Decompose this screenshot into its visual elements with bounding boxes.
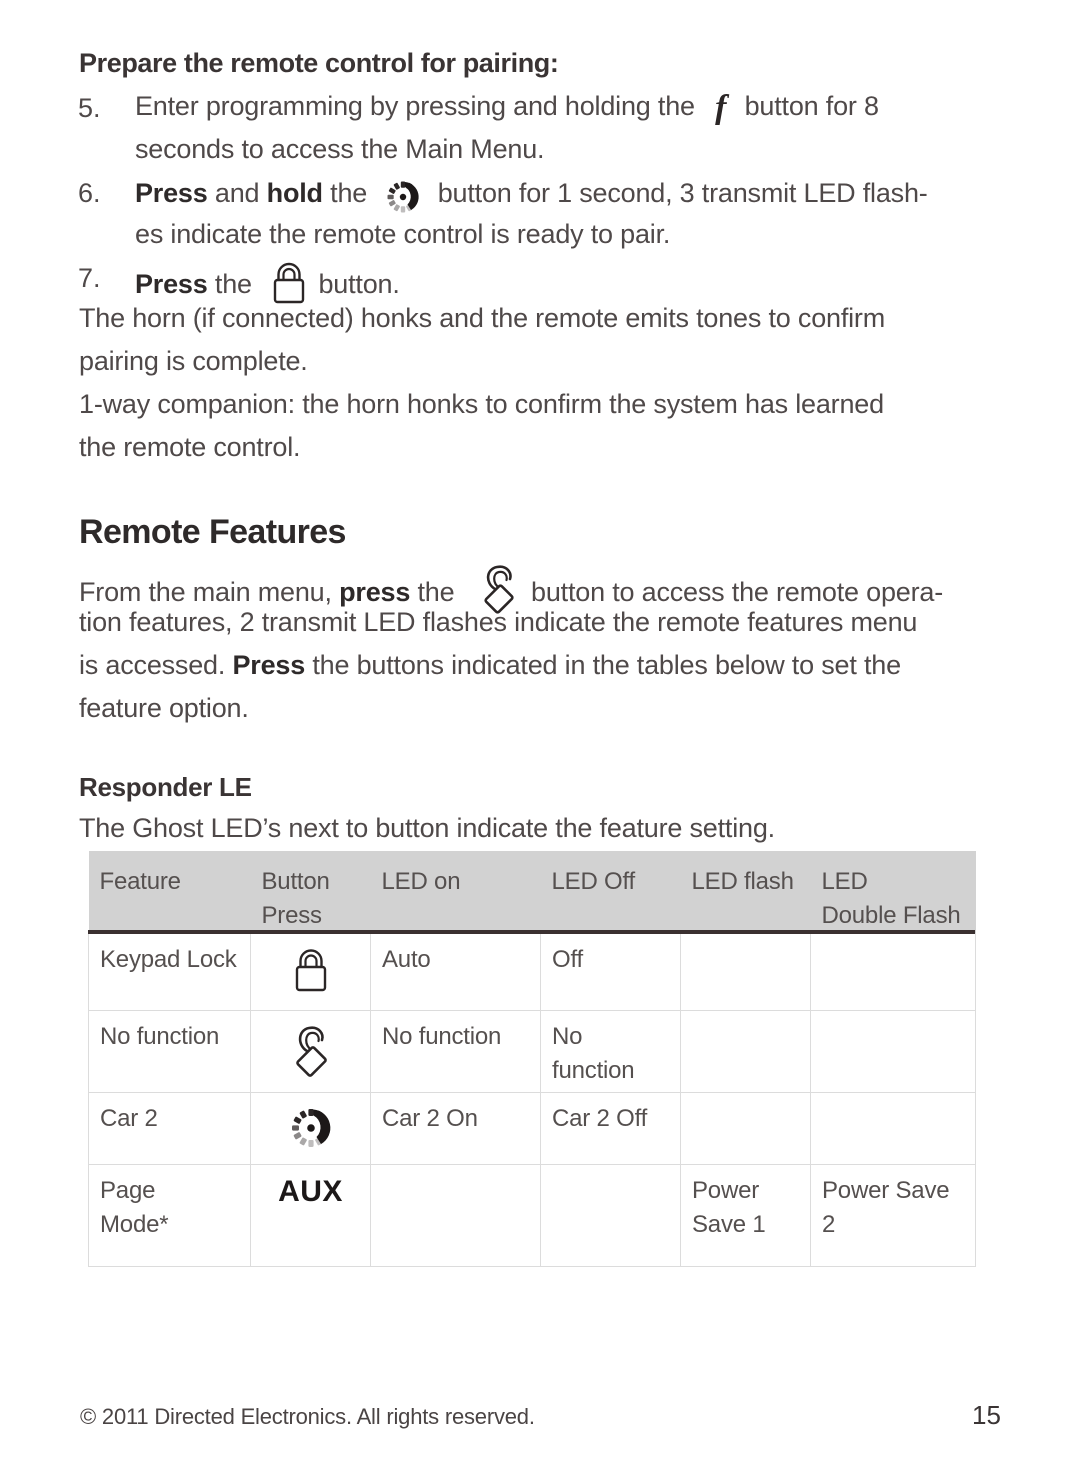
table-row: Car 2 Car 2 On Car 2 Off	[88, 1092, 976, 1165]
rf-text-d: button to access the remote opera-	[531, 577, 943, 608]
table-row: No function No function No function	[88, 1010, 976, 1093]
column-header-feature: Feature	[88, 851, 251, 934]
column-header-button-line2: Press	[261, 902, 323, 929]
cell-led-on: Auto	[370, 933, 541, 1011]
column-header-led-on-line1: LED on	[381, 868, 461, 895]
step-5-text-a: Enter programming by pressing and holdin…	[135, 91, 695, 121]
column-header-led-flash: LED flash	[680, 851, 811, 934]
column-header-led-off-line1: LED Off	[551, 868, 636, 895]
lock-icon	[267, 259, 311, 305]
step-7-text-button: button.	[318, 269, 400, 300]
cell-feature: Page Mode*	[88, 1164, 251, 1267]
remote-start-icon	[380, 180, 426, 214]
lock-icon	[289, 944, 333, 996]
column-header-button-press: Button Press	[250, 851, 371, 934]
step-6-number: 6.	[78, 178, 101, 208]
column-header-led-off: LED Off	[540, 851, 681, 934]
cell-led-on: No function	[370, 1010, 541, 1093]
column-header-led-flash-line1: LED flash	[691, 868, 794, 895]
step-7-number: 7.	[78, 263, 101, 293]
cell-led-flash: Power Save 1	[680, 1164, 811, 1267]
cell-button-press	[250, 1010, 371, 1093]
step-6-text-hold: hold	[266, 178, 323, 209]
cell-feature: No function	[88, 1010, 251, 1093]
table-row: Page Mode* AUX Power Save 1 Power Save 2	[88, 1164, 976, 1267]
responder-le-intro: The Ghost LED’s next to button indicate …	[79, 813, 775, 843]
cell-led-off: No function	[540, 1010, 681, 1093]
cell-led-off	[540, 1164, 681, 1267]
column-header-led-double-line2: Double Flash	[821, 902, 961, 929]
step-5-text-b: button for 8	[744, 91, 879, 121]
cell-button-press	[250, 933, 371, 1011]
table-header-rule	[88, 930, 975, 934]
cell-button-press: AUX	[250, 1164, 371, 1267]
cell-led-on	[370, 1164, 541, 1267]
remote-features-line-2: tion features, 2 transmit LED flashes in…	[79, 607, 918, 637]
cell-led-double-flash: Power Save 2	[810, 1164, 976, 1267]
column-header-led-double-flash: LED Double Flash	[810, 851, 976, 934]
pairing-paragraph-line-3: 1-way companion: the horn honks to confi…	[79, 389, 884, 419]
pairing-paragraph-line-4: the remote control.	[79, 432, 301, 462]
cell-led-double-flash	[810, 933, 976, 1011]
step-7-text-the: the	[214, 269, 252, 300]
aux-button-label: AUX	[278, 1175, 343, 1208]
step-6-line-1: Press and hold the button for 1 second, …	[135, 178, 928, 214]
rf-text-c: the buttons indicated in the tables belo…	[312, 650, 901, 680]
f-button-icon: f	[715, 89, 727, 127]
unlock-icon	[287, 1021, 335, 1081]
step-6-text-and: and	[214, 178, 260, 209]
cell-feature-line2: Mode*	[100, 1211, 169, 1238]
table-header-row: Feature Button Press LED on LED Off LED …	[88, 851, 976, 934]
column-header-led-on: LED on	[370, 851, 541, 934]
rf-text-a: From the main menu,	[79, 577, 332, 608]
pairing-paragraph-line-1: The horn (if connected) honks and the re…	[79, 303, 886, 333]
cell-feature: Keypad Lock	[88, 933, 251, 1011]
step-6-text-e: button for 1 second, 3 transmit LED flas…	[437, 178, 928, 209]
cell-led-flash	[680, 1092, 811, 1165]
cell-led-off: Off	[540, 933, 681, 1011]
remote-features-line-3: is accessed. Press the buttons indicated…	[79, 652, 901, 679]
cell-led-double-flash	[810, 1010, 976, 1093]
column-header-button-line1: Button	[261, 868, 330, 895]
cell-led-flash	[680, 1010, 811, 1093]
column-header-feature-line1: Feature	[99, 868, 182, 895]
cell-led-on: Car 2 On	[370, 1092, 541, 1165]
cell-led-off: Car 2 Off	[540, 1092, 681, 1165]
remote-start-icon	[285, 1103, 337, 1153]
feature-table: Feature Button Press LED on LED Off LED …	[88, 851, 976, 1267]
pairing-paragraph-line-2: pairing is complete.	[79, 346, 308, 376]
cell-button-press	[250, 1092, 371, 1165]
cell-feature-line1: Page	[100, 1177, 156, 1204]
document-page: Prepare the remote control for pairing: …	[0, 0, 1080, 1460]
step-5-line-1: Enter programming by pressing and holdin…	[135, 89, 879, 127]
step-5-number: 5.	[78, 93, 101, 123]
table-row: Keypad Lock Auto Off	[88, 933, 976, 1011]
column-header-led-double-line1: LED	[821, 868, 868, 895]
step-6-line-2: es indicate the remote control is ready …	[135, 219, 671, 249]
step-7-text-press: Press	[135, 269, 208, 300]
rf-text-accessed: is accessed.	[79, 650, 226, 680]
page-number: 15	[972, 1400, 1001, 1430]
rf-text-the: the	[417, 577, 455, 608]
pairing-section-heading: Prepare the remote control for pairing:	[79, 48, 559, 78]
responder-le-heading: Responder LE	[79, 772, 252, 802]
rf-text-press-2: Press	[232, 650, 306, 680]
remote-features-heading: Remote Features	[79, 513, 346, 551]
footer-copyright: © 2011 Directed Electronics. All rights …	[80, 1404, 535, 1429]
step-6-text-press: Press	[135, 178, 208, 209]
cell-feature: Car 2	[88, 1092, 251, 1165]
step-6-text-the: the	[330, 178, 368, 209]
remote-features-line-4: feature option.	[79, 693, 249, 723]
cell-led-flash	[680, 933, 811, 1011]
cell-led-double-flash	[810, 1092, 976, 1165]
step-5-line-2: seconds to access the Main Menu.	[135, 134, 545, 164]
rf-text-press: press	[339, 577, 411, 608]
